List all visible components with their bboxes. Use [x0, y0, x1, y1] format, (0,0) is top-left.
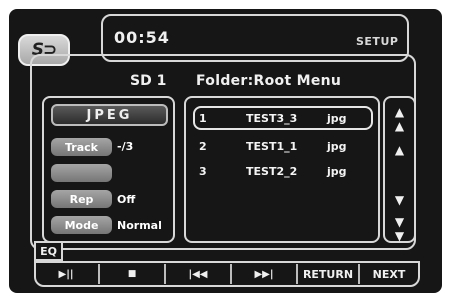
file-row-2-number[interactable]: 2 — [199, 140, 207, 153]
repeat-button[interactable]: Rep — [51, 190, 112, 208]
up-arrow-icon: ▲ — [394, 143, 405, 157]
next-track-icon: ▶▶| — [254, 268, 274, 280]
eq-button[interactable]: EQ — [34, 241, 63, 261]
double-up-arrow-icon: ▲ ▲ — [394, 105, 405, 133]
previous-button[interactable]: |◀◀ — [166, 263, 230, 285]
playback-time: 00:54 — [114, 28, 170, 47]
scroll-up-button[interactable]: ▲ — [385, 143, 414, 157]
file-row-1-name[interactable]: TEST3_3 — [246, 112, 297, 125]
file-row-3-name[interactable]: TEST2_2 — [246, 165, 297, 178]
double-down-arrow-icon: ▼ ▼ — [394, 215, 405, 243]
down-arrow-icon: ▼ — [394, 193, 405, 207]
format-badge: JPEG — [51, 104, 168, 126]
file-row-2-name[interactable]: TEST1_1 — [246, 140, 297, 153]
blank-info-pill — [51, 164, 112, 182]
play-pause-button[interactable]: ▶|| — [34, 263, 98, 285]
stop-button[interactable]: ■ — [100, 263, 164, 285]
page-up-button[interactable]: ▲ ▲ — [385, 105, 414, 133]
return-button[interactable]: RETURN — [298, 263, 358, 285]
folder-title: Folder:Root Menu — [196, 73, 342, 89]
file-row-1-ext[interactable]: jpg — [327, 112, 347, 125]
source-label: SD 1 — [130, 73, 167, 89]
next-track-button[interactable]: ▶▶| — [232, 263, 296, 285]
track-value: -/3 — [117, 140, 134, 153]
page-down-button[interactable]: ▼ ▼ — [385, 215, 414, 243]
file-row-2-ext[interactable]: jpg — [327, 140, 347, 153]
previous-icon: |◀◀ — [188, 268, 208, 280]
scroll-down-button[interactable]: ▼ — [385, 193, 414, 207]
setup-button[interactable]: SETUP — [356, 35, 398, 48]
mode-value: Normal — [117, 219, 162, 232]
next-button[interactable]: NEXT — [360, 263, 418, 285]
repeat-value: Off — [117, 193, 136, 206]
stop-icon: ■ — [127, 269, 137, 279]
track-label: Track — [51, 138, 112, 156]
file-row-1-number[interactable]: 1 — [199, 112, 207, 125]
file-row-3-number[interactable]: 3 — [199, 165, 207, 178]
play-pause-icon: ▶|| — [58, 268, 74, 280]
file-row-3-ext[interactable]: jpg — [327, 165, 347, 178]
mode-button[interactable]: Mode — [51, 216, 112, 234]
